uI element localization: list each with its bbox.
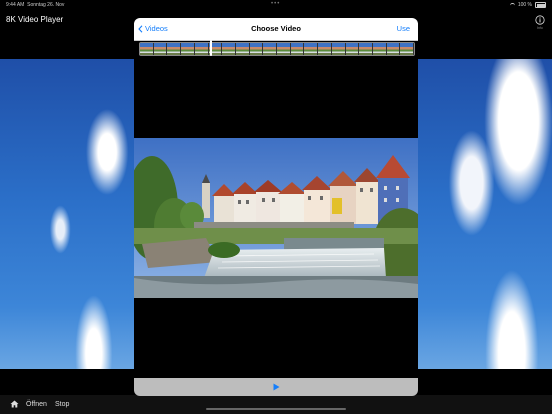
filmstrip-frame xyxy=(167,43,182,55)
filmstrip-frame xyxy=(359,43,373,55)
status-right: 100 % xyxy=(509,2,546,8)
bottom-toolbar xyxy=(0,395,552,414)
picker-nav-bar: Videos Choose Video Use xyxy=(134,18,418,41)
filmstrip-frame xyxy=(290,43,305,55)
home-icon[interactable] xyxy=(10,400,19,410)
app-title: 8K Video Player xyxy=(6,15,64,24)
status-time: 9:44 AM Sonntag 26. Nov xyxy=(6,2,65,8)
filmstrip-frame xyxy=(345,43,360,55)
multitask-dots[interactable]: ••• xyxy=(271,1,280,7)
playhead-handle[interactable] xyxy=(210,40,213,56)
home-indicator[interactable] xyxy=(206,408,346,410)
trim-filmstrip[interactable] xyxy=(139,42,415,56)
choose-video-sheet: Videos Choose Video Use xyxy=(134,18,418,396)
filmstrip-frame xyxy=(386,43,401,55)
video-preview xyxy=(134,138,418,298)
use-button[interactable]: Use xyxy=(397,24,410,33)
battery-percent: 100 % xyxy=(517,2,532,8)
filmstrip-frame xyxy=(263,43,278,55)
info-icon[interactable] xyxy=(535,15,545,25)
status-bar: 9:44 AM Sonntag 26. Nov ••• 100 % xyxy=(0,0,552,10)
filmstrip-frame xyxy=(235,43,250,55)
open-button[interactable]: Öffnen xyxy=(26,401,47,408)
picker-title: Choose Video xyxy=(251,24,301,33)
background-video-left xyxy=(0,59,134,369)
stop-button[interactable]: Stop xyxy=(55,401,69,408)
info-caption: Info xyxy=(537,26,543,30)
wifi-icon xyxy=(509,2,515,8)
background-video-right xyxy=(418,59,552,369)
filmstrip-frame xyxy=(331,43,346,55)
filmstrip-frame xyxy=(153,43,168,55)
filmstrip-frame xyxy=(140,43,154,55)
filmstrip-frame xyxy=(194,43,209,55)
filmstrip-frame xyxy=(249,43,264,55)
filmstrip-frame xyxy=(222,43,236,55)
filmstrip-frame xyxy=(400,43,414,55)
play-icon[interactable] xyxy=(271,382,281,392)
filmstrip-frame xyxy=(304,43,319,55)
filmstrip-frame xyxy=(181,43,195,55)
battery-icon xyxy=(535,2,546,8)
filmstrip-frame xyxy=(372,43,387,55)
filmstrip-frame xyxy=(277,43,291,55)
filmstrip-frame xyxy=(318,43,332,55)
